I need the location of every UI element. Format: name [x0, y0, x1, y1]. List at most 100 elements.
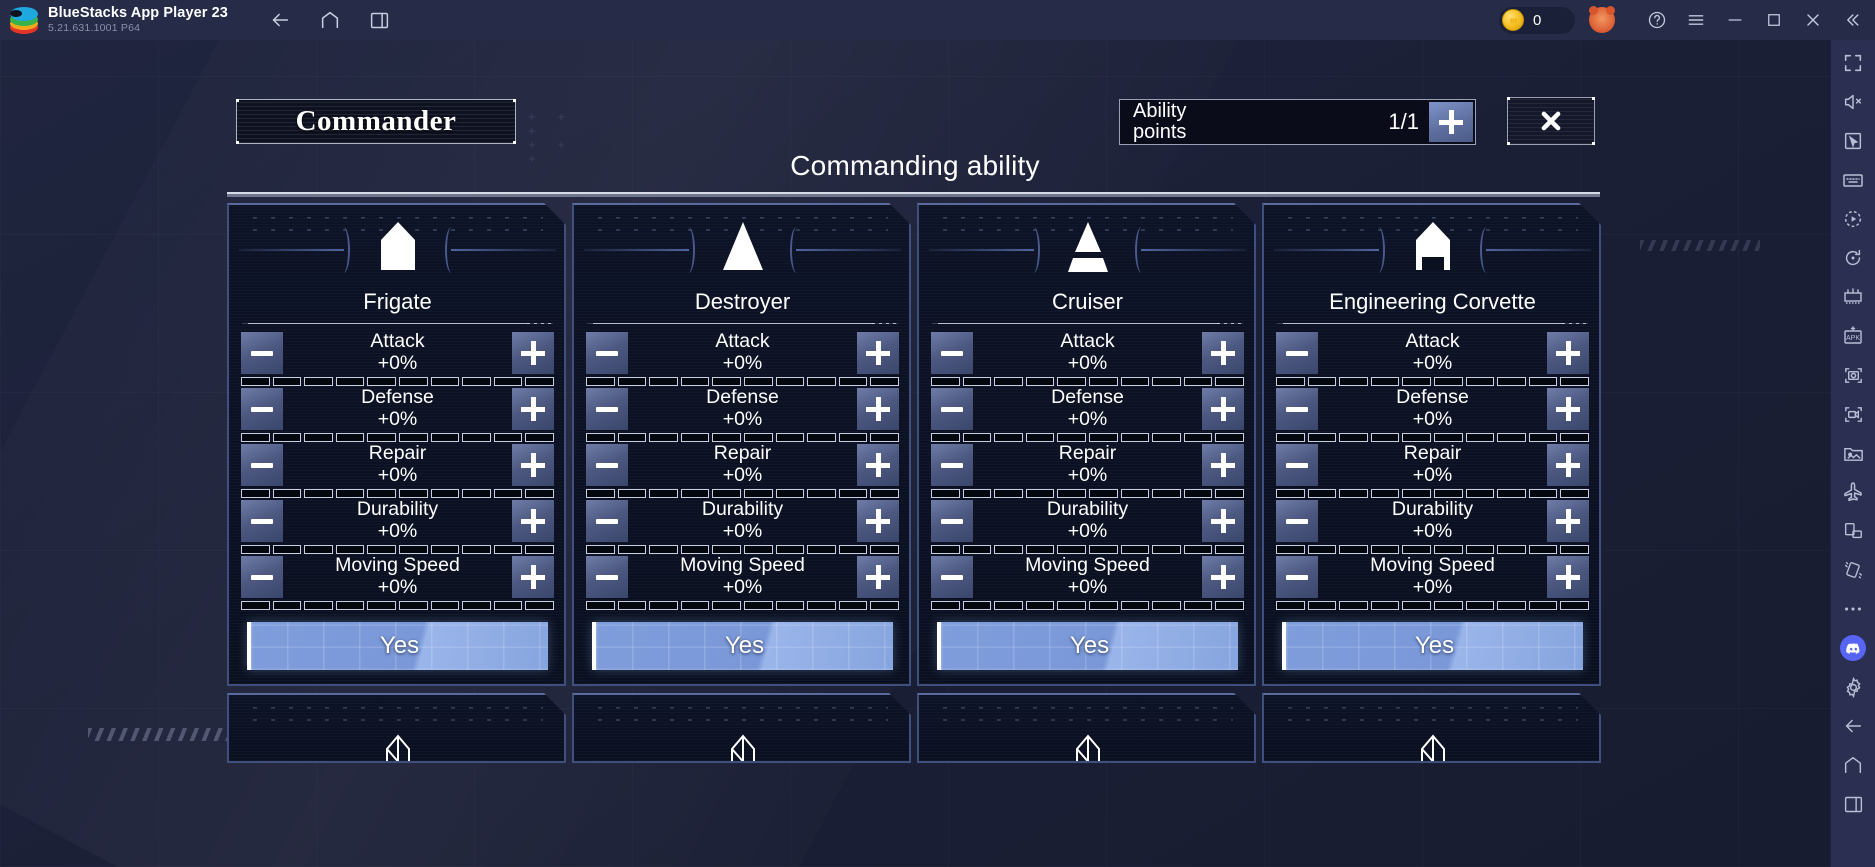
help-icon[interactable] [1642, 0, 1672, 40]
stat-decrease-button[interactable] [1276, 556, 1318, 598]
maximize-icon[interactable] [1759, 0, 1789, 40]
minimize-icon[interactable] [1720, 0, 1750, 40]
stat-decrease-button[interactable] [931, 332, 973, 374]
stat-increase-button[interactable] [1202, 500, 1244, 542]
stat-decrease-button[interactable] [931, 388, 973, 430]
multi-instance-manager-icon[interactable] [1840, 284, 1866, 310]
confirm-yes-button[interactable]: Yes [937, 622, 1238, 670]
stat-decrease-button[interactable] [241, 500, 283, 542]
bear-avatar-icon[interactable] [1589, 6, 1615, 33]
android-back-icon[interactable] [1840, 713, 1866, 739]
rotate-icon[interactable] [1840, 245, 1866, 271]
fullscreen-icon[interactable] [1840, 50, 1866, 76]
minus-icon [1286, 351, 1308, 356]
discord-icon[interactable] [1840, 635, 1866, 661]
close-icon[interactable] [1798, 0, 1828, 40]
macro-play-icon[interactable] [1840, 206, 1866, 232]
stat-increase-button[interactable] [1547, 500, 1589, 542]
media-manager-icon[interactable] [1840, 440, 1866, 466]
stat-decrease-button[interactable] [586, 332, 628, 374]
android-home-icon[interactable] [1840, 752, 1866, 778]
keyboard-controls-icon[interactable] [1840, 167, 1866, 193]
stat-increase-button[interactable] [512, 500, 554, 542]
stat-increase-button[interactable] [857, 556, 899, 598]
stat-increase-button[interactable] [1202, 332, 1244, 374]
stat-segment [431, 433, 460, 442]
shake-icon[interactable] [1840, 557, 1866, 583]
stat-segment [586, 433, 615, 442]
stat-decrease-button[interactable] [931, 500, 973, 542]
ability-points-plus-button[interactable] [1429, 102, 1473, 142]
stat-decrease-button[interactable] [586, 556, 628, 598]
stat-row: Defense +0% [931, 386, 1244, 442]
ship-card-partial[interactable] [572, 693, 911, 763]
stat-decrease-button[interactable] [586, 388, 628, 430]
stat-value: +0% [1412, 408, 1453, 430]
confirm-yes-button[interactable]: Yes [247, 622, 548, 670]
rotate-screen-icon[interactable] [1840, 518, 1866, 544]
stat-decrease-button[interactable] [586, 444, 628, 486]
settings-icon[interactable] [1840, 674, 1866, 700]
stat-increase-button[interactable] [1202, 444, 1244, 486]
tab-commander-label: Commander [295, 105, 457, 137]
coin-icon [1502, 9, 1524, 31]
stat-increase-button[interactable] [512, 444, 554, 486]
confirm-yes-button[interactable]: Yes [592, 622, 893, 670]
stat-decrease-button[interactable] [586, 500, 628, 542]
stat-increase-button[interactable] [512, 332, 554, 374]
confirm-yes-button[interactable]: Yes [1282, 622, 1583, 670]
minus-icon [596, 407, 618, 412]
record-video-icon[interactable] [1840, 401, 1866, 427]
home-icon[interactable] [318, 8, 342, 32]
stat-decrease-button[interactable] [1276, 444, 1318, 486]
stat-increase-button[interactable] [857, 444, 899, 486]
bluestacks-sidebar: APK [1830, 40, 1875, 867]
stat-increase-button[interactable] [857, 332, 899, 374]
cursor-icon[interactable] [1840, 128, 1866, 154]
collapse-icon[interactable] [1837, 0, 1867, 40]
engineering-corvette-ship-icon [1398, 218, 1468, 280]
stat-segment [367, 489, 396, 498]
stat-segment [304, 601, 333, 610]
stat-decrease-button[interactable] [931, 444, 973, 486]
menu-icon[interactable] [1681, 0, 1711, 40]
stat-decrease-button[interactable] [241, 332, 283, 374]
eco-mode-icon[interactable] [1840, 479, 1866, 505]
stat-increase-button[interactable] [1547, 556, 1589, 598]
stat-increase-button[interactable] [1202, 388, 1244, 430]
close-panel-button[interactable] [1507, 97, 1595, 145]
stat-decrease-button[interactable] [241, 556, 283, 598]
stat-increase-button[interactable] [512, 388, 554, 430]
stat-decrease-button[interactable] [241, 444, 283, 486]
ship-card-partial[interactable] [917, 693, 1256, 763]
ship-icon-row [574, 205, 911, 293]
android-recents-icon[interactable] [1840, 791, 1866, 817]
stat-increase-button[interactable] [1547, 332, 1589, 374]
stat-segment [839, 545, 868, 554]
ship-card-partial[interactable] [1262, 693, 1601, 763]
stat-decrease-button[interactable] [1276, 388, 1318, 430]
stat-decrease-button[interactable] [1276, 332, 1318, 374]
stat-progress-bar [586, 433, 899, 442]
back-icon[interactable] [268, 8, 292, 32]
stat-decrease-button[interactable] [931, 556, 973, 598]
stat-increase-button[interactable] [1202, 556, 1244, 598]
stat-segment [618, 545, 647, 554]
coin-balance[interactable]: 0 [1499, 6, 1575, 34]
stat-increase-button[interactable] [1547, 444, 1589, 486]
stat-decrease-button[interactable] [1276, 500, 1318, 542]
stat-increase-button[interactable] [857, 500, 899, 542]
install-apk-icon[interactable]: APK [1840, 323, 1866, 349]
tab-commander[interactable]: Commander [236, 99, 516, 144]
app-title-block: BlueStacks App Player 23 5.21.631.1001 P… [48, 5, 228, 34]
more-icon[interactable] [1840, 596, 1866, 622]
stat-decrease-button[interactable] [241, 388, 283, 430]
stat-row: Moving Speed +0% [586, 554, 899, 610]
stat-increase-button[interactable] [857, 388, 899, 430]
mute-icon[interactable] [1840, 89, 1866, 115]
stat-increase-button[interactable] [1547, 388, 1589, 430]
multi-instance-icon[interactable] [368, 8, 392, 32]
stat-increase-button[interactable] [512, 556, 554, 598]
ship-card-partial[interactable] [227, 693, 566, 763]
screenshot-icon[interactable] [1840, 362, 1866, 388]
